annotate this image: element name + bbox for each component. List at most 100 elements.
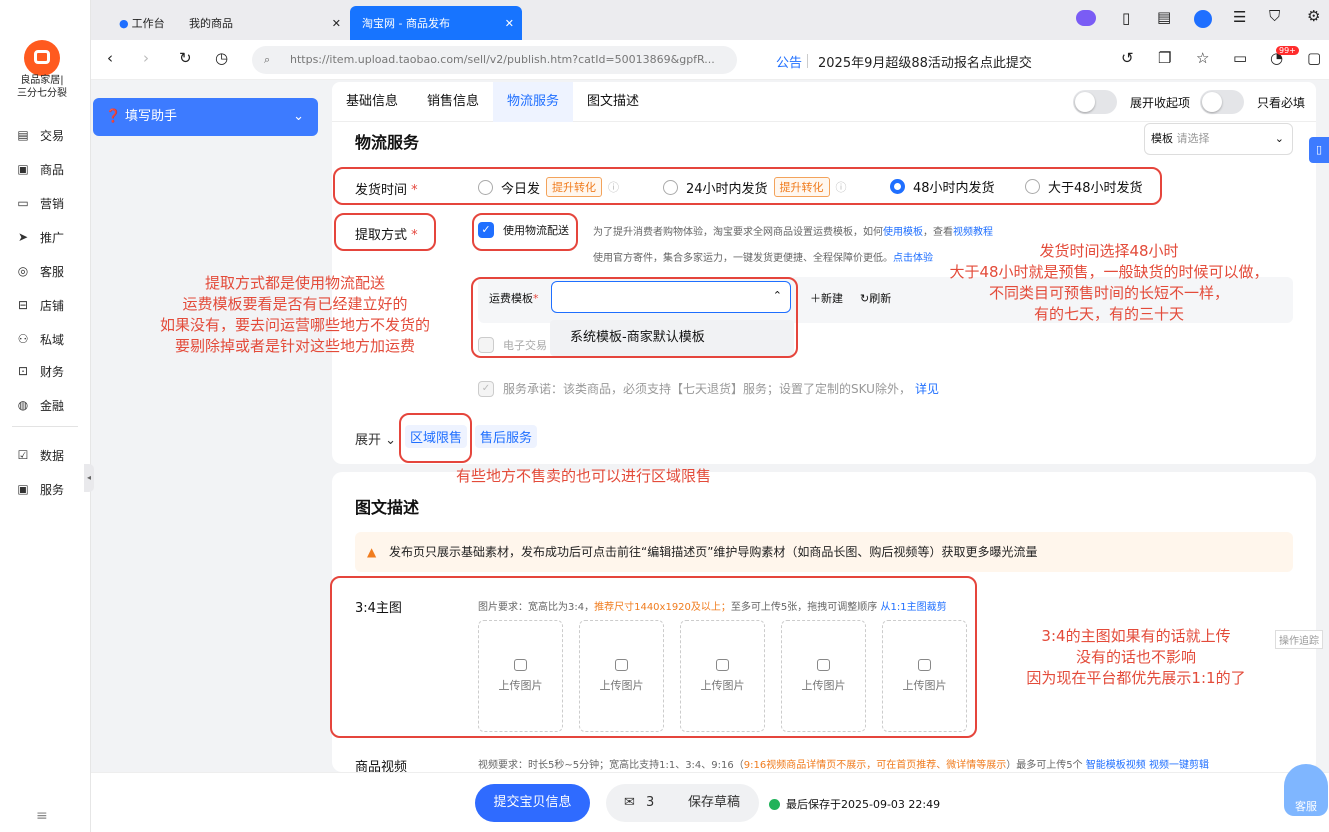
radio-selected[interactable] xyxy=(890,179,905,194)
nav-item-label: 服务 xyxy=(40,482,65,497)
phone-icon[interactable]: ▯ xyxy=(1122,11,1130,26)
operation-trace[interactable]: 操作追踪 xyxy=(1275,630,1323,649)
video-requirements: 视频要求：时长5秒~5分钟；宽高比支持1:1、3:4、9:16（9:16视频商品… xyxy=(478,760,1209,771)
chevron-down-icon: ⌄ xyxy=(293,109,304,124)
tab-publish[interactable]: 淘宝网 - 商品发布 ✕ xyxy=(350,6,522,40)
nav-item-2[interactable]: ▭ 营销 xyxy=(16,192,64,214)
nav-item-8[interactable]: ◍ 金融 xyxy=(16,394,64,416)
nav-item-1[interactable]: ▣ 商品 xyxy=(16,158,64,180)
question-icon[interactable]: ⓘ xyxy=(836,179,847,195)
url-field[interactable]: ⌕ https://item.upload.taobao.com/sell/v2/… xyxy=(252,46,737,74)
tab-basic-info[interactable]: 基础信息 xyxy=(332,82,412,122)
service-promise: ✓ 服务承诺：该类商品，必须支持【七天退货】服务；设置了定制的SKU除外， 详见 xyxy=(478,380,939,397)
ship-option-over-48h[interactable]: 大于48小时发货 xyxy=(1025,177,1143,196)
ship-option-48h[interactable]: 48小时内发货 xyxy=(890,177,995,196)
user-icon[interactable] xyxy=(1194,10,1212,28)
chat-icon[interactable]: ▢ xyxy=(1307,51,1321,66)
nav-item-label: 推广 xyxy=(40,230,65,245)
description-warning: ▲ 发布页只展示基础素材，发布成功后可点击前往“编辑描述页”维护导购素材（如商品长… xyxy=(355,532,1293,572)
annotation-region: 有些地方不售卖的也可以进行区域限售 xyxy=(456,467,712,485)
nav-item-10[interactable]: ▣ 服务 xyxy=(16,478,64,500)
checkbox-disabled[interactable] xyxy=(478,337,494,353)
notice-label[interactable]: 公告 xyxy=(776,52,802,71)
send-icon: ➤ xyxy=(17,230,29,244)
forward-icon[interactable]: › xyxy=(143,51,149,66)
history-icon[interactable]: ◷ xyxy=(215,51,228,66)
freight-refresh-button[interactable]: ↻刷新 xyxy=(860,290,891,306)
tab-sales-info[interactable]: 销售信息 xyxy=(413,82,493,122)
expand-toggle[interactable] xyxy=(1073,90,1117,114)
menu-icon[interactable]: ≡ xyxy=(36,808,48,824)
save-draft-button[interactable]: 保存草稿 xyxy=(688,784,740,822)
tab-description[interactable]: 图文描述 xyxy=(573,82,653,122)
smart-template-video-link[interactable]: 智能模板视频 xyxy=(1086,760,1146,771)
close-icon[interactable]: ✕ xyxy=(505,17,514,30)
submit-button[interactable]: 提交宝贝信息 xyxy=(475,784,590,822)
tab-workbench[interactable]: ● 工作台 xyxy=(107,6,177,40)
star-icon[interactable]: ☆ xyxy=(1196,51,1209,66)
annotation-main-image: 3:4的主图如果有的话就上传 没有的话也不影响 因为现在平台都优先展示1:1的了 xyxy=(1026,627,1246,687)
copy-icon[interactable]: ❐ xyxy=(1158,51,1171,66)
money-icon: ◍ xyxy=(17,398,29,412)
box-icon: ▣ xyxy=(17,162,29,176)
nav-item-9[interactable]: ☑ 数据 xyxy=(16,444,64,466)
template-select[interactable]: 模板 请选择 ⌄ xyxy=(1144,123,1293,155)
tab-my-products[interactable]: 我的商品 ✕ xyxy=(177,6,349,40)
home-icon: ● xyxy=(119,16,129,30)
ecommerce-option[interactable]: 电子交易 xyxy=(478,337,547,353)
fill-assistant-button[interactable]: ❓ 填写助手 ⌄ xyxy=(93,98,318,136)
nav-item-label: 金融 xyxy=(40,398,65,413)
close-icon[interactable]: ✕ xyxy=(332,17,341,30)
nav-item-0[interactable]: ▤ 交易 xyxy=(16,124,64,146)
video-edit-link[interactable]: 视频一键剪辑 xyxy=(1149,760,1209,771)
back-icon[interactable]: ‹ xyxy=(107,51,113,66)
book-icon[interactable]: ▤ xyxy=(1157,10,1171,25)
nav-item-7[interactable]: ⊡ 财务 xyxy=(16,360,64,382)
pickup-option[interactable]: ✓ 使用物流配送 xyxy=(478,222,569,238)
tab-logistics[interactable]: 物流服务 xyxy=(493,82,574,122)
radio[interactable] xyxy=(1025,179,1040,194)
mobile-preview-icon[interactable]: ▯ xyxy=(1309,137,1329,163)
checkbox-disabled: ✓ xyxy=(478,380,494,397)
radio[interactable] xyxy=(663,179,678,195)
required-only-label: 只看必填 xyxy=(1257,96,1306,110)
check-circle-icon xyxy=(769,798,780,810)
nav-item-4[interactable]: ◎ 客服 xyxy=(16,260,64,282)
required-only-toggle[interactable] xyxy=(1200,90,1244,114)
note-icon[interactable]: ☰ xyxy=(1233,10,1246,25)
save-draft-group: ✉ 3 保存草稿 xyxy=(606,784,759,822)
settings-icon[interactable]: ⚙ xyxy=(1307,9,1320,24)
ship-option-today[interactable]: 今日发 提升转化 ⓘ xyxy=(478,177,619,197)
ai-assistant-icon[interactable] xyxy=(1076,10,1096,26)
ship-option-24h[interactable]: 24小时内发货 提升转化 ⓘ xyxy=(663,177,847,197)
radio[interactable] xyxy=(478,179,493,195)
store-icon: ⊟ xyxy=(17,298,29,312)
question-icon[interactable]: ⓘ xyxy=(608,179,619,195)
nav-item-3[interactable]: ➤ 推广 xyxy=(16,226,64,248)
finance-icon: ⊡ xyxy=(17,364,29,378)
help-icon: ❓ xyxy=(105,109,122,124)
folder-icon[interactable]: ▭ xyxy=(1233,51,1247,66)
reload-icon[interactable]: ↻ xyxy=(179,51,192,66)
nav-item-6[interactable]: ⚇ 私域 xyxy=(16,328,64,350)
divider xyxy=(807,54,808,68)
shirt-icon[interactable]: ⛉ xyxy=(1269,9,1280,24)
customer-service-button[interactable]: 客服 xyxy=(1284,764,1328,816)
sidebar-collapse-handle[interactable]: ◂ xyxy=(84,464,94,492)
expand-button[interactable]: 展开 ⌄ xyxy=(355,429,396,448)
nav-item-label: 客服 xyxy=(40,264,65,279)
store-logo[interactable] xyxy=(24,40,60,76)
aftersale-tab[interactable]: 售后服务 xyxy=(475,425,538,448)
nav-item-5[interactable]: ⊟ 店铺 xyxy=(16,294,64,316)
checkbox-checked[interactable]: ✓ xyxy=(478,222,494,238)
refresh-icon[interactable]: ↺ xyxy=(1121,51,1134,66)
chart-icon: ☑ xyxy=(17,448,29,462)
save-status: 最后保存于2025-09-03 22:49 xyxy=(769,796,940,812)
people-icon: ⚇ xyxy=(17,332,29,346)
notice-text[interactable]: 2025年9月超级88活动报名点此提交 xyxy=(818,52,1032,71)
annotation-box-region xyxy=(399,413,472,463)
headset-icon: ◎ xyxy=(17,264,29,278)
freight-new-button[interactable]: ＋新建 xyxy=(810,290,843,306)
mail-icon[interactable]: ✉ xyxy=(624,784,635,822)
service-details-link[interactable]: 详见 xyxy=(915,380,939,397)
